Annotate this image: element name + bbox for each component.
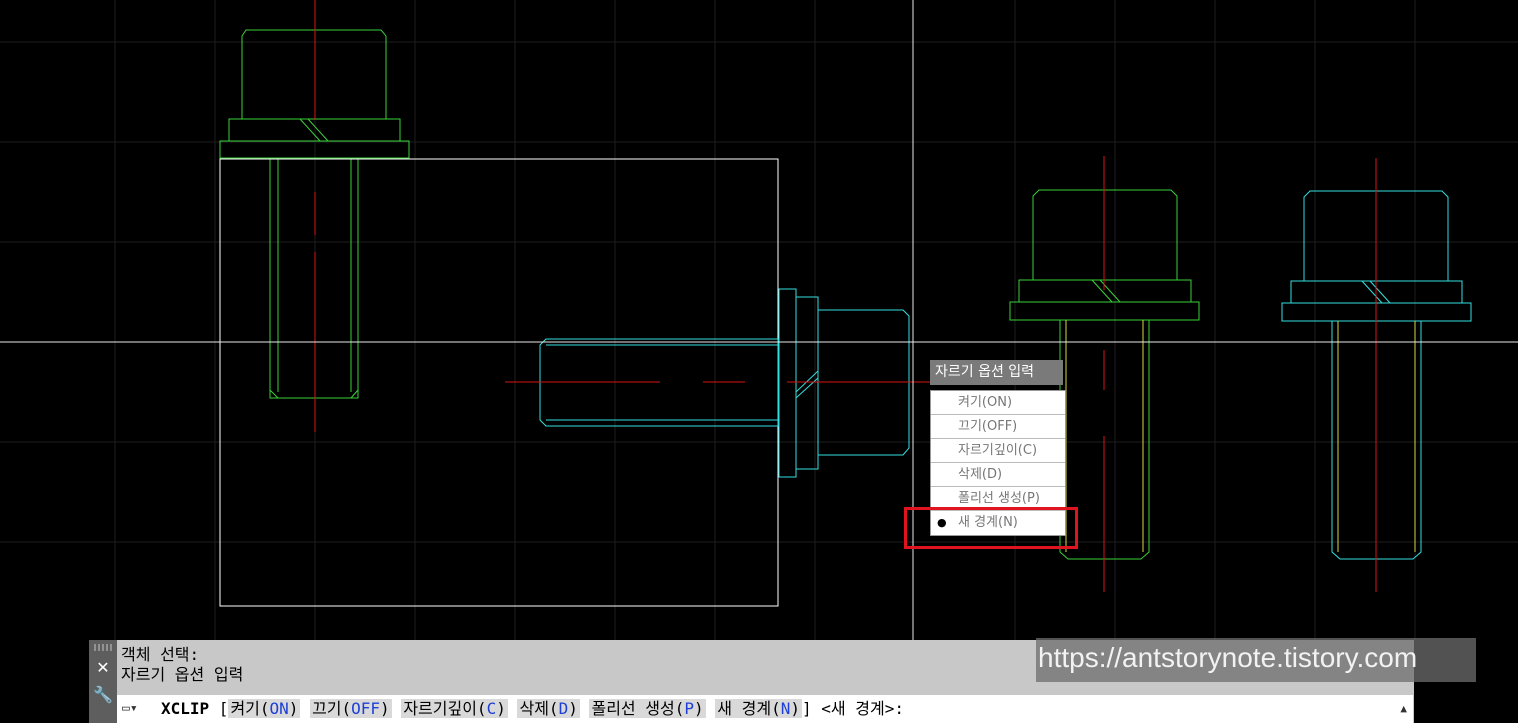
watermark: https://antstorynote.tistory.com bbox=[1036, 638, 1476, 682]
menu-item-off[interactable]: 끄기(OFF) bbox=[931, 415, 1065, 439]
command-history: 객체 선택: 자르기 옵션 입력 bbox=[121, 645, 243, 685]
menu-item-on[interactable]: 켜기(ON) bbox=[931, 391, 1065, 415]
new-boundary-highlight bbox=[904, 507, 1078, 549]
option-polyline[interactable]: 폴리선 생성(P) bbox=[589, 699, 706, 718]
command-input-line[interactable]: ▭▾ XCLIP [켜기(ON) 끄기(OFF) 자르기깊이(C) 삭제(D) … bbox=[117, 695, 1413, 723]
default-option: <새 경계>: bbox=[821, 699, 904, 718]
close-icon[interactable]: ✕ bbox=[93, 658, 113, 677]
menu-item-clip-depth[interactable]: 자르기깊이(C) bbox=[931, 439, 1065, 463]
crosshair-cursor bbox=[0, 0, 1518, 640]
command-prompt: XCLIP [켜기(ON) 끄기(OFF) 자르기깊이(C) 삭제(D) 폴리선… bbox=[161, 699, 904, 718]
history-line: 객체 선택: bbox=[121, 645, 200, 664]
horizontal-bolt bbox=[539, 288, 910, 478]
wrench-icon[interactable]: 🔧 bbox=[93, 685, 113, 704]
grid bbox=[0, 0, 1518, 640]
command-name: XCLIP bbox=[161, 699, 210, 718]
history-line: 자르기 옵션 입력 bbox=[121, 665, 244, 684]
drawing-canvas[interactable] bbox=[0, 0, 1518, 723]
option-on[interactable]: 켜기(ON) bbox=[228, 699, 301, 718]
clip-options-menu-title: 자르기 옵션 입력 bbox=[930, 360, 1063, 385]
drag-grip-icon[interactable] bbox=[94, 644, 112, 651]
command-icon[interactable]: ▭▾ bbox=[122, 701, 142, 717]
clip-boundary bbox=[219, 158, 779, 607]
scroll-up-icon[interactable]: ▲ bbox=[1400, 695, 1407, 723]
command-window-sidebar: ✕ 🔧 bbox=[89, 640, 117, 723]
menu-item-delete[interactable]: 삭제(D) bbox=[931, 463, 1065, 487]
option-new-boundary[interactable]: 새 경계(N) bbox=[715, 699, 802, 718]
option-off[interactable]: 끄기(OFF) bbox=[310, 699, 392, 718]
option-delete[interactable]: 삭제(D) bbox=[517, 699, 580, 718]
option-clip-depth[interactable]: 자르기깊이(C) bbox=[401, 699, 508, 718]
